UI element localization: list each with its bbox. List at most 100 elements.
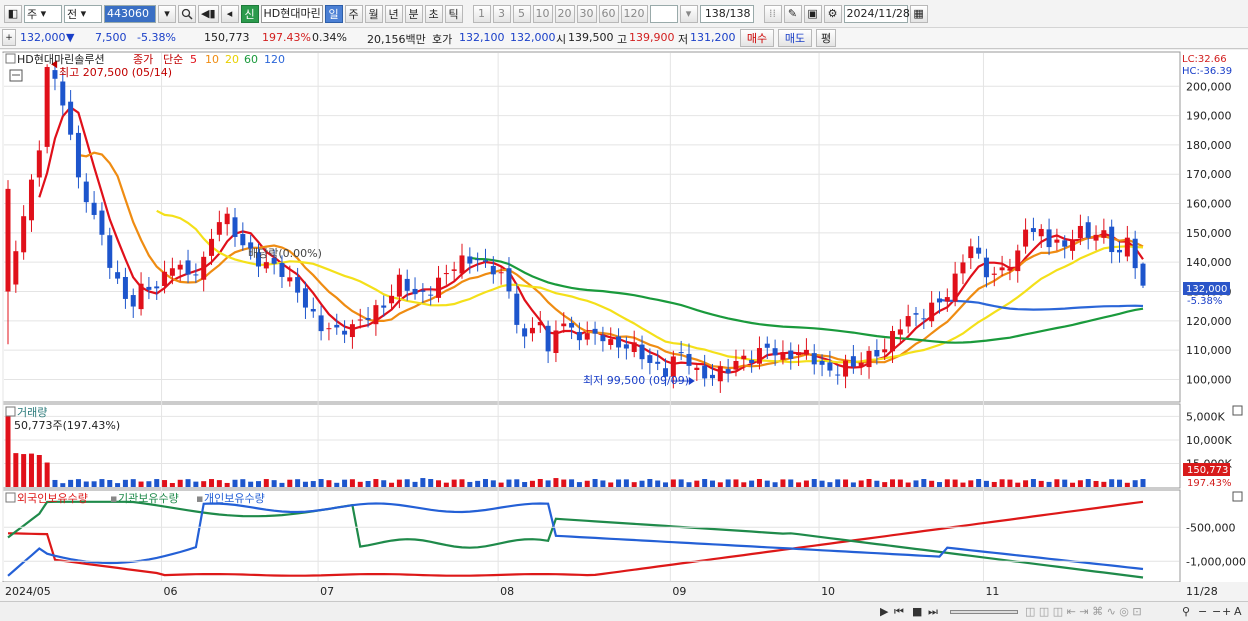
candle-body xyxy=(882,349,888,353)
candle-body xyxy=(522,328,528,337)
interval-1-button[interactable]: 1 xyxy=(472,4,491,23)
candle-body xyxy=(349,324,355,338)
volume-bar xyxy=(68,479,74,487)
interval-120-button[interactable]: 120 xyxy=(620,4,648,23)
price-legend: HD현대마린솔루션 종가 단순 5 10 20 60 120 xyxy=(5,53,285,66)
tab-period-tick[interactable]: 틱 xyxy=(444,4,463,23)
volume-bar xyxy=(576,482,582,487)
candle-body xyxy=(1117,249,1123,253)
candle-body xyxy=(858,362,864,367)
tab-period-day[interactable]: 일 xyxy=(324,4,343,23)
volume-bar xyxy=(122,479,128,487)
volume-bar xyxy=(381,480,387,487)
holdings-axis-label: -1,000,000 xyxy=(1186,555,1246,568)
count-value: 138 xyxy=(704,7,726,20)
code-dropdown-button[interactable]: ▾ xyxy=(158,4,176,23)
tab-period-week[interactable]: 주 xyxy=(344,4,363,23)
candle-body xyxy=(514,293,520,325)
holdings-legend: 외국인보유수량 ▪ 기관보유수량 ▪ 개인보유수량 xyxy=(5,492,265,505)
interval-5-button[interactable]: 5 xyxy=(512,4,531,23)
zoom-out-icon[interactable]: − xyxy=(1198,605,1207,618)
foreign-legend: 외국인보유수량 xyxy=(17,492,88,505)
candle-body xyxy=(451,269,457,271)
first-icon[interactable]: ⏮ xyxy=(894,605,904,619)
draw-button[interactable]: ✎ xyxy=(783,4,802,23)
interval-30-button[interactable]: 30 xyxy=(576,4,597,23)
price-axis-label: 110,000 xyxy=(1186,344,1232,357)
volume-bar xyxy=(287,479,293,487)
calendar-button[interactable]: ▦ xyxy=(909,4,928,23)
volume-bar xyxy=(52,479,58,487)
open-price: 139,500 xyxy=(568,31,614,44)
candle-body xyxy=(5,188,11,292)
time-axis-label: 06 xyxy=(164,585,178,598)
holdings-close-icon[interactable] xyxy=(1232,491,1243,502)
time-axis-label: 08 xyxy=(500,585,514,598)
candle-body xyxy=(897,329,903,335)
date-input[interactable]: 2024/11/28 xyxy=(843,4,910,23)
text-icon[interactable]: A xyxy=(1234,605,1242,618)
volume-bar xyxy=(1054,479,1060,487)
save-button[interactable]: ▣ xyxy=(803,4,822,23)
buy-button[interactable]: 매수 xyxy=(740,29,774,47)
candle-body xyxy=(232,217,238,237)
high-annotation: 최고 207,500 (05/14) xyxy=(59,66,172,79)
market-select[interactable]: 전 ▾ xyxy=(64,4,102,23)
candle-body xyxy=(44,67,50,147)
last-icon[interactable]: ⏭ xyxy=(928,605,938,619)
evaluate-button[interactable]: 평 xyxy=(816,29,836,47)
stock-chart[interactable]: 100,000110,000120,000130,000140,000150,0… xyxy=(0,50,1248,601)
sell-button[interactable]: 매도 xyxy=(778,29,812,47)
prev-stock-button[interactable]: ◂ xyxy=(220,4,239,23)
count-input[interactable]: 138/138 xyxy=(699,4,754,23)
expand-button[interactable]: + xyxy=(2,29,16,46)
interval-3-button[interactable]: 3 xyxy=(492,4,511,23)
candle-body xyxy=(576,331,582,341)
sound-button[interactable]: ◀▮ xyxy=(198,4,219,23)
volume-bar xyxy=(850,482,856,487)
interval-60-button[interactable]: 60 xyxy=(598,4,619,23)
volume-bar xyxy=(1077,480,1083,487)
type-select[interactable]: 주 ▾ xyxy=(24,4,62,23)
candle-body xyxy=(122,276,128,299)
candle-body xyxy=(1007,268,1013,271)
interval-10-button[interactable]: 10 xyxy=(532,4,553,23)
volume-bar xyxy=(944,479,950,487)
volume-close-icon[interactable] xyxy=(1232,405,1243,416)
custom-interval-dropdown[interactable]: ▾ xyxy=(679,4,698,23)
candle-body xyxy=(310,308,316,312)
search-button[interactable] xyxy=(178,4,196,23)
chart-menu-button[interactable]: ◧ xyxy=(4,4,22,23)
volume-bar xyxy=(819,480,825,487)
stop-icon[interactable]: ■ xyxy=(912,605,922,618)
volume-bar xyxy=(177,479,183,487)
settings-button[interactable]: ⚙ xyxy=(823,4,842,23)
candle-body xyxy=(1109,226,1115,253)
tab-period-month[interactable]: 월 xyxy=(364,4,383,23)
candle-body xyxy=(780,352,786,360)
candle-body xyxy=(28,179,34,221)
volume-bar xyxy=(553,478,559,487)
tools-icons[interactable]: ◫ ◫ ◫ ⇤ ⇥ ⌘ ∿ ◎ ⊡ xyxy=(1025,605,1142,618)
zoom-in-icon[interactable]: + xyxy=(1222,605,1231,618)
zoom-search-icon[interactable]: ⚲ xyxy=(1182,605,1190,618)
candle-body xyxy=(295,277,301,293)
play-icon[interactable]: ▶ xyxy=(880,605,888,618)
candle-body xyxy=(694,367,700,370)
candle-body xyxy=(890,330,896,352)
price-axis-label: 200,000 xyxy=(1186,80,1232,93)
minus-icon[interactable]: − xyxy=(1212,605,1221,618)
interval-20-button[interactable]: 20 xyxy=(554,4,575,23)
main-toolbar: ◧ 주 ▾ 전 ▾ 443060 ▾ ◀▮ ◂ 신 HD현대마린 일 주 월 년… xyxy=(0,0,1248,28)
scroll-slider[interactable] xyxy=(950,610,1018,614)
split-button[interactable]: ⁞⁞ xyxy=(763,4,782,23)
candle-body xyxy=(224,213,230,225)
custom-interval-input[interactable] xyxy=(649,4,678,23)
tab-period-minute[interactable]: 분 xyxy=(404,4,423,23)
volume-bar xyxy=(655,480,661,487)
stock-code-input[interactable]: 443060 xyxy=(104,4,156,23)
tab-period-year[interactable]: 년 xyxy=(384,4,403,23)
volume-bar xyxy=(514,479,520,487)
volume-bar xyxy=(357,481,363,487)
tab-period-second[interactable]: 초 xyxy=(424,4,443,23)
